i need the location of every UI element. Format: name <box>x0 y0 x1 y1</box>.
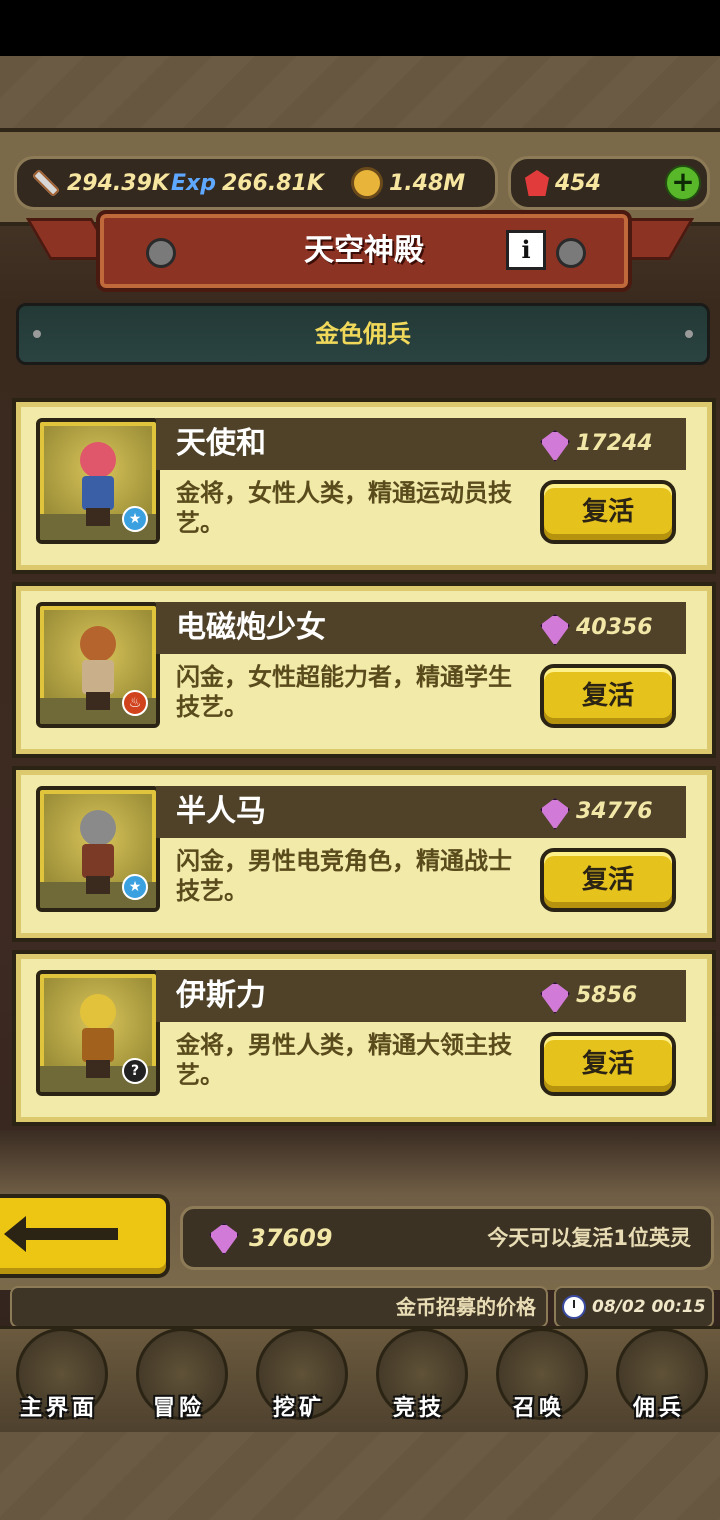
sword-icon <box>31 168 61 198</box>
power-resource: 294.39K <box>31 159 169 207</box>
gold-value: 1.48M <box>389 170 466 196</box>
ruby-panel: 454 + <box>508 156 710 210</box>
hero-name-bar: 天使和 17244 <box>156 418 686 470</box>
nav-mercenary[interactable]: 佣兵 <box>604 1322 714 1430</box>
hero-name: 电磁炮少女 <box>176 610 326 645</box>
exp-resource: Exp 266.81K <box>171 159 324 207</box>
ruby-icon <box>525 170 549 196</box>
hero-card: ★ 半人马 34776 闪金，男性电竞角色，精通战士技艺。 复活 <box>12 766 716 942</box>
revive-button[interactable]: 复活 <box>540 664 676 728</box>
nav-main[interactable]: 主界面 <box>4 1322 114 1430</box>
gem-icon <box>540 430 570 462</box>
hero-price: 17244 <box>576 431 653 456</box>
hero-sprite <box>72 994 124 1078</box>
info-button[interactable]: i <box>506 230 546 270</box>
hero-price: 5856 <box>576 983 638 1008</box>
gem-icon <box>540 982 570 1014</box>
hero-name-bar: 伊斯力 5856 <box>156 970 686 1022</box>
hero-portrait[interactable]: ★ <box>36 786 160 912</box>
clock-icon <box>562 1295 586 1319</box>
gem-balance: 37609 <box>249 1224 333 1252</box>
hero-name: 半人马 <box>176 794 266 829</box>
hero-portrait[interactable]: ? <box>36 970 160 1096</box>
nav-arena[interactable]: 竞技 <box>364 1322 474 1430</box>
ruby-resource: 454 <box>525 159 601 207</box>
hero-price: 40356 <box>576 615 653 640</box>
revive-button[interactable]: 复活 <box>540 1032 676 1096</box>
hero-description: 闪金，女性超能力者，精通学生技艺。 <box>176 663 512 721</box>
clock-time: 08/02 00:15 <box>592 1297 706 1317</box>
dot-icon <box>685 330 693 338</box>
page-title: 天空神殿 <box>304 233 424 268</box>
add-ruby-button[interactable]: + <box>665 165 701 201</box>
hero-description: 金将，男性人类，精通大领主技艺。 <box>176 1031 512 1089</box>
star-badge-icon: ★ <box>122 874 148 900</box>
hero-description: 金将，女性人类，精通运动员技艺。 <box>176 479 512 537</box>
back-arrow-icon <box>4 1216 118 1252</box>
category-title: 金色佣兵 <box>315 320 411 348</box>
hero-name: 伊斯力 <box>176 978 266 1013</box>
hero-name: 天使和 <box>176 426 266 461</box>
gem-icon <box>209 1223 239 1255</box>
hero-description: 闪金，男性电竞角色，精通战士技艺。 <box>176 847 512 905</box>
status-bar <box>0 0 720 56</box>
bolt-icon <box>556 238 586 268</box>
hero-sprite <box>72 810 124 894</box>
revive-button[interactable]: 复活 <box>540 480 676 544</box>
star-badge-icon: ★ <box>122 506 148 532</box>
hero-name-bar: 电磁炮少女 40356 <box>156 602 686 654</box>
hero-name-bar: 半人马 34776 <box>156 786 686 838</box>
hero-sprite <box>72 442 124 526</box>
gem-icon <box>540 798 570 830</box>
hero-card: ♨ 电磁炮少女 40356 闪金，女性超能力者，精通学生技艺。 复活 <box>12 582 716 758</box>
nav-label: 挖矿 <box>272 1396 325 1421</box>
hero-card: ? 伊斯力 5856 金将，男性人类，精通大领主技艺。 复活 <box>12 950 716 1126</box>
ticker-text: 金币招募的价格 <box>396 1295 536 1319</box>
map-background-top <box>0 56 720 132</box>
nav-label: 竞技 <box>392 1396 445 1421</box>
category-bar: 金色佣兵 <box>16 303 710 365</box>
exp-icon: Exp <box>171 170 216 196</box>
coin-icon <box>351 167 383 199</box>
title-banner: 天空神殿 i <box>96 210 632 292</box>
map-background-bottom <box>0 1432 720 1520</box>
question-badge-icon: ? <box>122 1058 148 1084</box>
revive-button[interactable]: 复活 <box>540 848 676 912</box>
nav-summon[interactable]: 召唤 <box>484 1322 594 1430</box>
hero-portrait[interactable]: ♨ <box>36 602 160 728</box>
nav-label: 冒险 <box>152 1396 205 1421</box>
hero-price: 34776 <box>576 799 653 824</box>
gold-resource: 1.48M <box>351 159 465 207</box>
hero-card: ★ 天使和 17244 金将，女性人类，精通运动员技艺。 复活 <box>12 398 716 574</box>
back-button[interactable] <box>0 1194 170 1278</box>
nav-label: 佣兵 <box>632 1396 685 1421</box>
fire-badge-icon: ♨ <box>122 690 148 716</box>
nav-label: 主界面 <box>19 1396 98 1421</box>
nav-label: 召唤 <box>512 1396 565 1421</box>
ruby-value: 454 <box>555 170 601 196</box>
power-value: 294.39K <box>67 170 169 196</box>
game-screen: 294.39K Exp 266.81K 1.48M 454 + 天空神殿 i 金… <box>0 0 720 1520</box>
revive-info-panel: 37609 今天可以复活1位英灵 <box>180 1206 714 1270</box>
revive-limit-note: 今天可以复活1位英灵 <box>487 1226 691 1250</box>
nav-mining[interactable]: 挖矿 <box>244 1322 354 1430</box>
nav-adventure[interactable]: 冒险 <box>124 1322 234 1430</box>
exp-value: 266.81K <box>221 170 324 196</box>
hero-portrait[interactable]: ★ <box>36 418 160 544</box>
gem-icon <box>540 614 570 646</box>
hero-sprite <box>72 626 124 710</box>
resource-panel: 294.39K Exp 266.81K 1.48M <box>14 156 498 210</box>
